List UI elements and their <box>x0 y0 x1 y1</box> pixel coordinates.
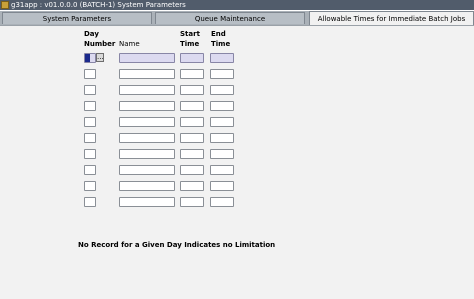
start-time-field[interactable] <box>180 101 204 111</box>
day-number-field[interactable] <box>84 85 96 95</box>
name-field[interactable] <box>119 85 175 95</box>
window-title: g31app : v01.0.0.0 (BATCH-1) System Para… <box>11 1 186 9</box>
name-field[interactable] <box>119 101 175 111</box>
end-time-field[interactable] <box>210 165 234 175</box>
start-time-field[interactable] <box>180 53 204 63</box>
end-time-field[interactable] <box>210 53 234 63</box>
tab-system-parameters[interactable]: System Parameters <box>2 12 152 24</box>
day-number-field[interactable] <box>84 197 96 207</box>
end-time-field[interactable] <box>210 133 234 143</box>
tab-queue-maintenance[interactable]: Queue Maintenance <box>155 12 305 24</box>
end-time-header-line1: End <box>211 30 226 38</box>
tab-allowable-times[interactable]: Allowable Times for Immediate Batch Jobs <box>309 11 474 25</box>
end-time-field[interactable] <box>210 149 234 159</box>
day-number-header-line2: Number <box>84 40 116 48</box>
end-time-field[interactable] <box>210 197 234 207</box>
start-time-field[interactable] <box>180 133 204 143</box>
start-time-field[interactable] <box>180 69 204 79</box>
end-time-field[interactable] <box>210 117 234 127</box>
start-time-header-line1: Start <box>180 30 200 38</box>
text-cursor <box>85 54 90 62</box>
name-header: Name <box>119 40 140 48</box>
end-time-field[interactable] <box>210 85 234 95</box>
name-field[interactable] <box>119 165 175 175</box>
allowable-times-panel: Day Number Name Start Time End Time ... … <box>0 25 474 299</box>
end-time-field[interactable] <box>210 69 234 79</box>
day-number-field[interactable] <box>84 69 96 79</box>
list-of-values-button[interactable]: ... <box>96 53 104 62</box>
start-time-field[interactable] <box>180 181 204 191</box>
start-time-header-line2: Time <box>180 40 200 48</box>
end-time-field[interactable] <box>210 101 234 111</box>
name-field[interactable] <box>119 149 175 159</box>
name-field[interactable] <box>119 117 175 127</box>
tab-bar: System Parameters Queue Maintenance Allo… <box>0 11 474 25</box>
name-field[interactable] <box>119 53 175 63</box>
end-time-header-line2: Time <box>211 40 231 48</box>
name-field[interactable] <box>119 197 175 207</box>
name-field[interactable] <box>119 181 175 191</box>
window-title-bar[interactable]: g31app : v01.0.0.0 (BATCH-1) System Para… <box>0 0 474 10</box>
start-time-field[interactable] <box>180 197 204 207</box>
day-number-field[interactable] <box>84 133 96 143</box>
oracle-forms-icon <box>1 1 9 9</box>
day-number-field[interactable] <box>84 181 96 191</box>
start-time-field[interactable] <box>180 149 204 159</box>
day-number-header-line1: Day <box>84 30 99 38</box>
name-field[interactable] <box>119 133 175 143</box>
start-time-field[interactable] <box>180 165 204 175</box>
start-time-field[interactable] <box>180 117 204 127</box>
day-number-field[interactable] <box>84 165 96 175</box>
end-time-field[interactable] <box>210 181 234 191</box>
day-number-field[interactable] <box>84 149 96 159</box>
day-number-field[interactable] <box>84 53 96 63</box>
start-time-field[interactable] <box>180 85 204 95</box>
day-number-field[interactable] <box>84 101 96 111</box>
name-field[interactable] <box>119 69 175 79</box>
footer-note: No Record for a Given Day Indicates no L… <box>78 241 276 249</box>
day-number-field[interactable] <box>84 117 96 127</box>
